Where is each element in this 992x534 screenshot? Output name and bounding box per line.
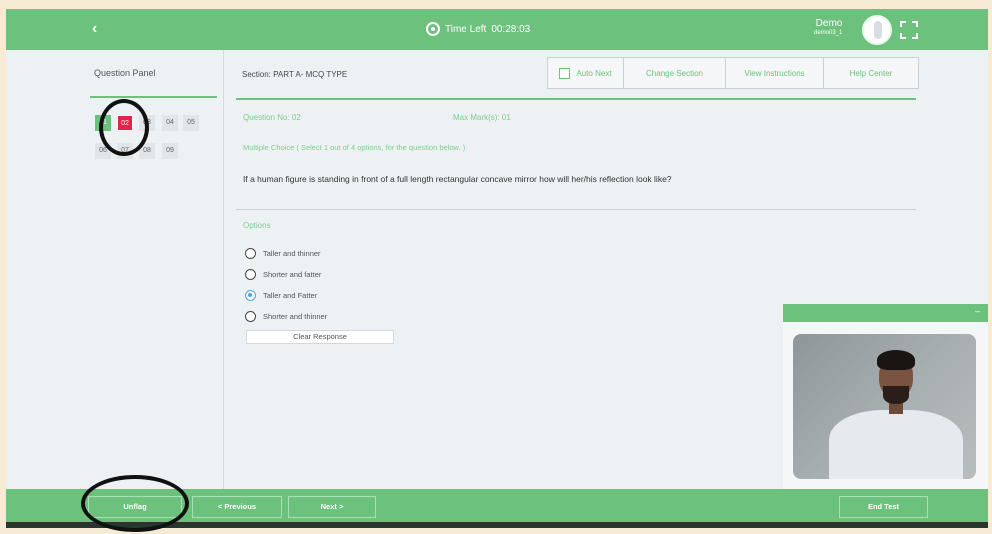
question-number-06[interactable]: 06: [95, 143, 111, 159]
previous-button[interactable]: < Previous: [192, 496, 282, 518]
top-bar: ‹ Time Left 00:28:03 Demo demo03_1: [6, 9, 988, 50]
user-name: Demo: [815, 18, 843, 29]
divider: [236, 98, 916, 100]
question-panel-title: Question Panel: [94, 68, 156, 78]
toolbar: Auto Next Change Section View Instructio…: [547, 57, 919, 89]
timer-label: Time Left: [445, 23, 487, 35]
timer-value: 00:28:03: [491, 23, 531, 35]
radio-button[interactable]: [245, 247, 256, 259]
user-info: Demo demo03_1: [814, 18, 842, 36]
exam-app: ‹ Time Left 00:28:03 Demo demo03_1 Quest…: [6, 9, 988, 528]
question-number-02[interactable]: 02: [117, 115, 133, 131]
auto-next-checkbox[interactable]: [559, 67, 571, 79]
end-test-button[interactable]: End Test: [839, 496, 928, 518]
user-id: demo03_1: [814, 29, 843, 36]
bottom-bar: Unflag < Previous Next > End Test: [6, 489, 988, 522]
person-beard: [883, 386, 909, 404]
option-label: Taller and thinner: [263, 248, 321, 258]
unflag-button[interactable]: Unflag: [88, 496, 182, 518]
option-2[interactable]: Shorter and fatter: [245, 267, 321, 281]
option-3[interactable]: Taller and Fatter: [245, 288, 317, 302]
question-number-07[interactable]: 07: [117, 143, 133, 159]
radio-button[interactable]: [245, 310, 256, 322]
question-type: Multiple Choice ( Select 1 out of 4 opti…: [243, 143, 466, 152]
radio-button-selected[interactable]: [245, 289, 256, 301]
option-label: Shorter and thinner: [263, 311, 328, 321]
question-number: Question No: 02: [243, 113, 301, 122]
person-body: [829, 410, 963, 479]
radio-button[interactable]: [245, 268, 256, 280]
option-1[interactable]: Taller and thinner: [245, 246, 321, 260]
eye-icon: [426, 22, 440, 36]
auto-next-toggle[interactable]: Auto Next: [548, 58, 624, 88]
fullscreen-icon[interactable]: [900, 21, 918, 39]
option-4[interactable]: Shorter and thinner: [245, 309, 327, 323]
question-number-09[interactable]: 09: [162, 143, 178, 159]
divider: [236, 209, 916, 210]
question-number-03[interactable]: 03: [139, 115, 155, 131]
avatar[interactable]: [862, 15, 892, 45]
person-hair: [877, 350, 915, 370]
webcam-panel: –: [783, 304, 988, 489]
minimize-icon[interactable]: –: [975, 306, 980, 316]
next-button[interactable]: Next >: [288, 496, 376, 518]
question-number-04[interactable]: 04: [162, 115, 178, 131]
question-number-01[interactable]: 01: [95, 115, 111, 131]
view-instructions-button[interactable]: View Instructions: [726, 58, 824, 88]
question-number-05[interactable]: 05: [183, 115, 199, 131]
max-marks: Max Mark(s): 01: [453, 113, 511, 122]
help-center-button[interactable]: Help Center: [824, 58, 918, 88]
option-label: Shorter and fatter: [263, 269, 322, 279]
taskbar-strip: [6, 522, 988, 528]
divider: [90, 96, 217, 98]
chevron-left-icon[interactable]: ‹: [92, 20, 97, 38]
change-section-button[interactable]: Change Section: [624, 58, 726, 88]
question-text: If a human figure is standing in front o…: [243, 174, 672, 184]
options-label: Options: [243, 221, 271, 230]
auto-next-label: Auto Next: [576, 68, 612, 78]
timer: Time Left 00:28:03: [426, 22, 530, 36]
option-label: Taller and Fatter: [263, 290, 318, 300]
question-number-08[interactable]: 08: [139, 143, 155, 159]
webcam-video: [793, 334, 976, 479]
section-label: Section: PART A- MCQ TYPE: [242, 70, 348, 79]
webcam-header: –: [783, 304, 988, 322]
clear-response-button[interactable]: Clear Response: [246, 330, 394, 344]
